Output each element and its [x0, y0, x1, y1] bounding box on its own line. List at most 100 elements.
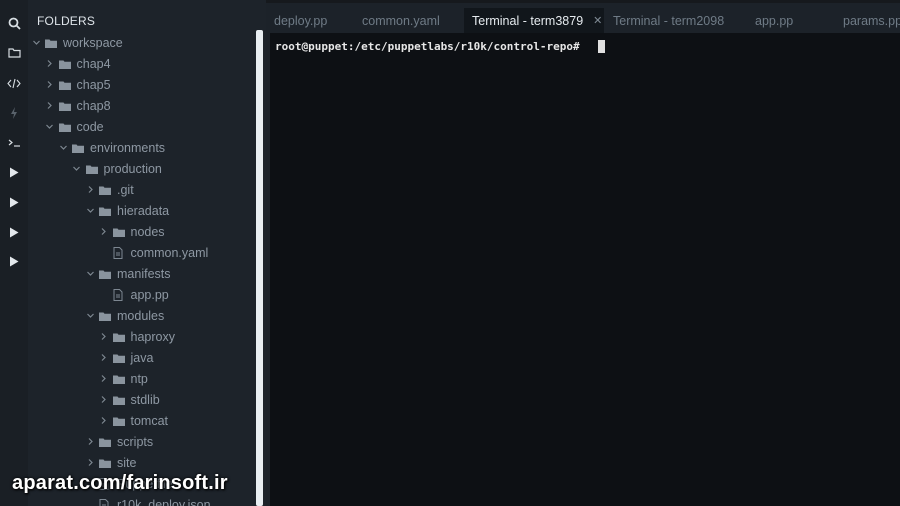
tab-label: app.pp: [755, 13, 794, 28]
tree-folder-row[interactable]: nodes: [98, 221, 165, 242]
chevron-right-icon[interactable]: [44, 79, 56, 91]
tree-item-label: hieradata: [117, 203, 170, 218]
folder-icon: [58, 58, 72, 70]
tree-folder-row[interactable]: chap4: [44, 53, 111, 74]
sidebar-scrollbar[interactable]: [256, 30, 263, 506]
tab-deploy-pp[interactable]: deploy.pp: [274, 8, 327, 33]
search-icon[interactable]: [0, 13, 28, 33]
tab-terminal-term2098[interactable]: Terminal - term2098: [613, 8, 724, 33]
tree-item-label: haproxy: [130, 329, 175, 344]
tab-label: Terminal - term2098: [613, 13, 725, 28]
tab-label: common.yaml: [362, 13, 440, 28]
chevron-right-icon[interactable]: [84, 184, 96, 196]
tree-item-label: stdlib: [130, 392, 160, 407]
activity-bar: [0, 0, 28, 506]
tree-item-label: manifests: [117, 266, 171, 281]
tree-folder-row[interactable]: chap8: [44, 95, 111, 116]
code-icon[interactable]: [0, 73, 28, 93]
folder-icon: [112, 373, 126, 385]
folder-icon: [112, 394, 126, 406]
terminal-panel[interactable]: root@puppet:/etc/puppetlabs/r10k/control…: [270, 33, 900, 506]
play-icon[interactable]: [0, 251, 28, 271]
tree-item-label: scripts: [117, 434, 154, 449]
tree-item-label: app.pp: [130, 287, 169, 302]
play-icon[interactable]: [0, 222, 28, 242]
tab-terminal-term3879[interactable]: Terminal - term3879 ✕: [464, 8, 604, 33]
tree-folder-row[interactable]: workspace: [30, 32, 123, 53]
tree-item-label: modules: [117, 308, 165, 323]
tree-folder-row[interactable]: .git: [84, 179, 134, 200]
watermark: aparat.com/farinsoft.ir: [12, 472, 228, 494]
chevron-down-icon[interactable]: [57, 142, 69, 154]
tree-folder-row[interactable]: hieradata: [84, 200, 169, 221]
chevron-right-icon[interactable]: [98, 226, 110, 238]
tree-folder-row[interactable]: production: [71, 158, 162, 179]
chevron-down-icon[interactable]: [30, 37, 42, 49]
folder-icon[interactable]: [0, 42, 28, 62]
tree-folder-row[interactable]: chap5: [44, 74, 111, 95]
bolt-icon[interactable]: [0, 103, 28, 123]
folder-icon: [99, 268, 112, 280]
folder-icon: [99, 457, 112, 469]
chevron-right-icon[interactable]: [44, 100, 56, 112]
chevron-right-icon[interactable]: [98, 373, 110, 385]
chevron-down-icon[interactable]: [84, 310, 96, 322]
close-icon[interactable]: ✕: [593, 14, 602, 27]
tree-folder-row[interactable]: stdlib: [98, 389, 160, 410]
terminal-icon[interactable]: [0, 133, 28, 153]
play-icon[interactable]: [0, 162, 28, 182]
tab-params-pp[interactable]: params.pp: [843, 8, 900, 33]
tree-folder-row[interactable]: scripts: [84, 431, 153, 452]
tree-folder-row[interactable]: manifests: [84, 263, 171, 284]
chevron-right-icon[interactable]: [84, 436, 96, 448]
chevron-down-icon[interactable]: [84, 268, 96, 280]
folder-icon: [58, 79, 72, 91]
tree-file-row[interactable]: common.yaml: [98, 242, 209, 263]
chevron-down-icon[interactable]: [84, 205, 96, 217]
chevron-right-icon[interactable]: [98, 331, 110, 343]
tree-folder-row[interactable]: ntp: [98, 368, 148, 389]
folder-icon: [45, 37, 58, 49]
tree-folder-row[interactable]: java: [98, 347, 154, 368]
chevron-down-icon[interactable]: [71, 163, 83, 175]
tree-item-label: common.yaml: [130, 245, 209, 260]
tree-folder-row[interactable]: tomcat: [98, 410, 168, 431]
file-icon: [99, 498, 112, 506]
folder-icon: [99, 184, 112, 196]
chevron-right-icon[interactable]: [98, 394, 110, 406]
folder-icon: [99, 310, 112, 322]
tab-common-yaml[interactable]: common.yaml: [362, 8, 440, 33]
chevron-right-icon[interactable]: [98, 415, 110, 427]
chevron-down-icon[interactable]: [44, 121, 56, 133]
tree-file-row[interactable]: r10k_deploy.json: [84, 494, 211, 506]
folder-tree-sidebar: FOLDERS workspace chap4 chap5 chap8 code envi…: [28, 0, 254, 506]
folder-icon: [85, 163, 99, 175]
folder-icon: [99, 436, 112, 448]
tree-folder-row[interactable]: modules: [84, 305, 164, 326]
folder-icon: [112, 226, 126, 238]
folder-icon: [99, 205, 112, 217]
chevron-right-icon[interactable]: [44, 58, 56, 70]
tree-item-label: .git: [117, 182, 134, 197]
tree-item-label: site: [117, 455, 137, 470]
tree-folder-row[interactable]: site: [84, 452, 136, 473]
tree-item-label: nodes: [130, 224, 165, 239]
tab-bar: deploy.pp common.yaml Terminal - term387…: [266, 8, 900, 33]
tree-folder-row[interactable]: haproxy: [98, 326, 175, 347]
tree-item-label: environments: [90, 140, 166, 155]
play-icon[interactable]: [0, 192, 28, 212]
chevron-right-icon[interactable]: [84, 457, 96, 469]
sidebar-title: FOLDERS: [37, 14, 96, 28]
folder-icon: [112, 331, 126, 343]
tab-app-pp[interactable]: app.pp: [755, 8, 793, 33]
chevron-right-icon[interactable]: [98, 352, 110, 364]
tree-file-row[interactable]: app.pp: [98, 284, 169, 305]
tab-label: params.pp: [843, 13, 900, 28]
tree-folder-row[interactable]: environments: [57, 137, 165, 158]
tree-item-label: chap8: [76, 98, 111, 113]
folder-icon: [58, 100, 72, 112]
tree-folder-row[interactable]: code: [44, 116, 104, 137]
tree-item-label: java: [130, 350, 154, 365]
